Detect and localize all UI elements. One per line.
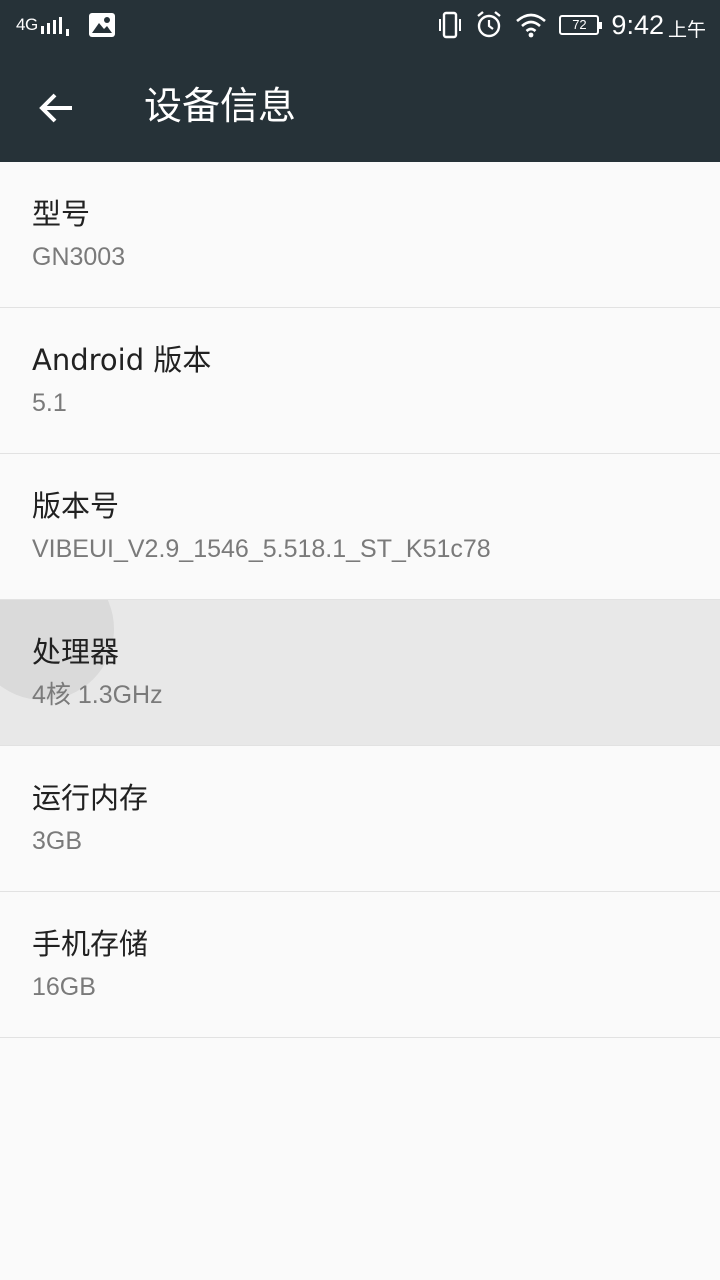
alarm-icon bbox=[475, 11, 503, 39]
item-value: GN3003 bbox=[32, 243, 126, 271]
item-value: 5.1 bbox=[32, 389, 67, 417]
clock-time: 9:42 bbox=[611, 9, 664, 40]
clock-ampm: 上午 bbox=[667, 18, 706, 41]
page-title: 设备信息 bbox=[144, 84, 297, 128]
item-title: Android 版本 bbox=[32, 343, 212, 377]
status-left: 4G bbox=[16, 10, 116, 40]
network-type: 4G bbox=[16, 15, 38, 34]
list-item-android-version[interactable]: Android 版本 5.1 bbox=[0, 308, 720, 454]
status-right: 72 9:42 上午 bbox=[425, 8, 706, 42]
item-title: 运行内存 bbox=[32, 781, 149, 815]
device-info-list: 型号 GN3003 Android 版本 5.1 版本号 VIBEUI_V2.9… bbox=[0, 162, 720, 1038]
wifi-icon bbox=[515, 12, 547, 38]
item-title: 手机存储 bbox=[32, 927, 149, 961]
item-value: VIBEUI_V2.9_1546_5.518.1_ST_K51c78 bbox=[32, 535, 491, 563]
app-bar: 设备信息 bbox=[0, 50, 720, 162]
vibrate-icon bbox=[437, 11, 463, 39]
item-title: 处理器 bbox=[32, 635, 120, 669]
item-value: 3GB bbox=[32, 827, 83, 855]
item-value: 16GB bbox=[32, 973, 96, 1001]
list-item-build-number[interactable]: 版本号 VIBEUI_V2.9_1546_5.518.1_ST_K51c78 bbox=[0, 454, 720, 600]
arrow-back-icon bbox=[38, 92, 74, 124]
back-button[interactable] bbox=[20, 72, 92, 144]
status-bar: 4G 72 9:42 上午 bbox=[0, 0, 720, 50]
list-item-processor[interactable]: 处理器 4核 1.3GHz bbox=[0, 600, 720, 746]
item-title: 型号 bbox=[32, 197, 91, 231]
list-item-storage[interactable]: 手机存储 16GB bbox=[0, 892, 720, 1038]
battery-icon: 72 bbox=[559, 15, 603, 35]
list-item-ram[interactable]: 运行内存 3GB bbox=[0, 746, 720, 892]
image-icon bbox=[88, 12, 116, 38]
list-item-model[interactable]: 型号 GN3003 bbox=[0, 162, 720, 308]
item-title: 版本号 bbox=[32, 489, 120, 523]
item-value: 4核 1.3GHz bbox=[32, 681, 163, 709]
signal-icon bbox=[40, 14, 74, 36]
